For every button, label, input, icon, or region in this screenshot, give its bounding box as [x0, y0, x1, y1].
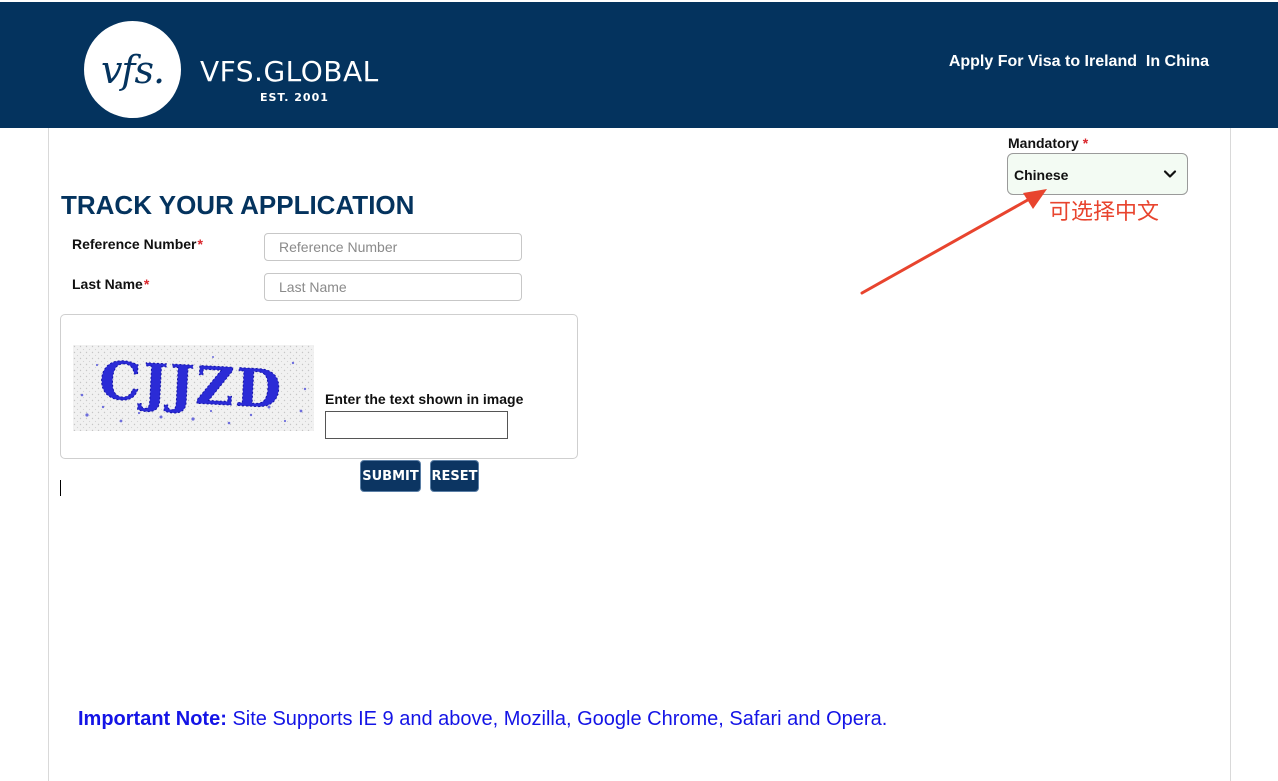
required-marker: *	[143, 276, 150, 292]
reset-button[interactable]: RESET	[430, 460, 479, 492]
vfs-logo[interactable]: vfs.	[84, 21, 181, 118]
site-header: vfs. VFS.GLOBAL EST. 2001 Apply For Visa…	[0, 2, 1278, 128]
reference-number-input[interactable]	[264, 233, 522, 261]
chevron-down-icon	[1163, 170, 1177, 178]
language-label: Mandatory *	[1008, 135, 1089, 151]
language-selected-value: Chinese	[1014, 167, 1069, 183]
header-title: Apply For Visa to Ireland In China	[948, 53, 1209, 70]
annotation-text: 可选择中文	[1049, 200, 1160, 225]
reference-number-label: Reference Number*	[72, 236, 203, 252]
page-title: TRACK YOUR APPLICATION	[61, 190, 415, 220]
last-name-label: Last Name*	[72, 276, 150, 292]
note-prefix: Important Note:	[78, 708, 227, 730]
captcha-label: Enter the text shown in image	[325, 391, 524, 407]
note-text: Site Supports IE 9 and above, Mozilla, G…	[226, 708, 888, 730]
logo-wordmark: VFS.GLOBAL	[200, 55, 379, 88]
page: vfs. VFS.GLOBAL EST. 2001 Apply For Visa…	[0, 0, 1278, 781]
important-note: Important Note: Site Supports IE 9 and a…	[78, 708, 887, 731]
logo-established: EST. 2001	[260, 91, 329, 104]
captcha-image: CJJZD	[73, 345, 314, 431]
last-name-input[interactable]	[264, 273, 522, 301]
captcha-text: CJJZD	[98, 350, 285, 421]
required-marker: *	[197, 236, 203, 252]
logo-mark: vfs.	[100, 47, 165, 92]
captcha-input[interactable]	[325, 411, 508, 439]
submit-button[interactable]: SUBMIT	[360, 460, 421, 492]
captcha-panel: CJJZD Enter the text shown in image	[60, 314, 578, 459]
annotation-arrow	[860, 189, 1047, 295]
text-cursor	[60, 480, 61, 496]
required-marker: *	[1082, 135, 1089, 151]
